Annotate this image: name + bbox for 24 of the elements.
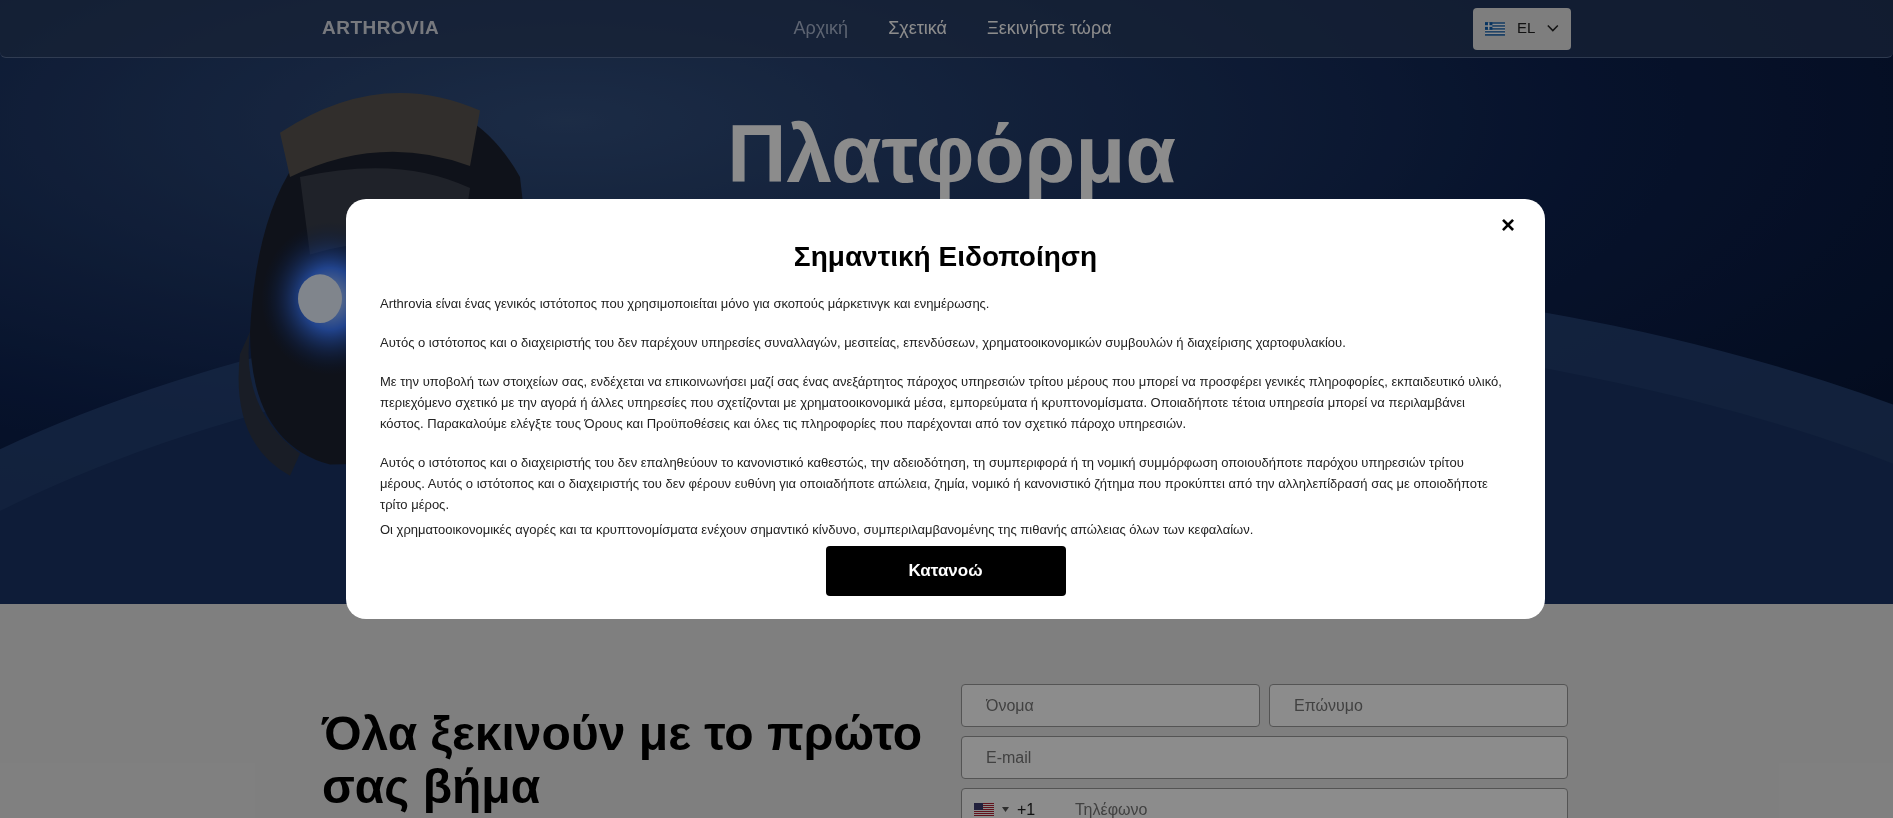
chevron-down-icon [1547, 24, 1559, 33]
dialog-title: Σημαντική Ειδοποίηση [792, 243, 1099, 271]
section-heading: Όλα ξεκινούν με το πρώτο σας βήμα [322, 708, 924, 815]
phone-number-input[interactable]: Τηλέφωνο [1075, 797, 1555, 818]
language-selector[interactable]: EL [1473, 7, 1571, 50]
greek-flag-icon [1485, 20, 1505, 37]
last-name-field[interactable]: Επώνυμο [1269, 684, 1568, 727]
notice-paragraph: Οι χρηματοοικονομικές αγορές και τα κρυπτονομίσματα ενέχουν σημαντικό κίνδυνο, συμπεριλαμβανομένης της πιθανής απώλειας όλων των κεφαλαίων. [380, 521, 1255, 539]
close-button[interactable]: × [1501, 213, 1515, 237]
country-code: +1 [1017, 799, 1037, 818]
us-flag-icon [974, 803, 994, 816]
acknowledge-button[interactable]: Κατανοώ [825, 546, 1066, 596]
nav-link[interactable]: Σχετικά [888, 15, 948, 42]
email-field[interactable]: E-mail [961, 736, 1568, 779]
notice-paragraph: Αυτός ο ιστότοπος και ο διαχειριστής του δεν επαληθεύουν το κανονιστικό καθεστώς, την αδειοδότηση, τη συμπεριφορά ή τη νομική συμμόρφωση οποιουδήποτε παρόχου υπηρεσιών τρίτου μέρους. Αυτός ο ιστότοπος και ο διαχειριστής του δεν φέρουν ευθύνη για οποιαδήποτε απώλεια, ζημία, νομικό ή κανονιστικό ζήτημα που προκύπτει από την αλληλεπίδρασή σας με οποιοδήποτε τρίτο μέρος. [380, 454, 1489, 514]
site-logo[interactable]: ARTHROVIA [322, 14, 622, 43]
notice-paragraph: Arthrovia είναι ένας γενικός ιστότοπος που χρησιμοποιείται μόνο για σκοπούς μάρκετινγκ και ενημέρωσης. [380, 295, 991, 313]
phone-field[interactable]: +1 Τηλέφωνο [961, 788, 1568, 818]
notice-paragraph: Με την υποβολή των στοιχείων σας, ενδέχεται να επικοινωνήσει μαζί σας ένας ανεξάρτητος πάροχος υπηρεσιών τρίτου μέρους που μπορεί να προσφέρει γενικές πληροφορίες, εκπαιδευτικό υλικό, περιεχόμενο σχετικό με την αγορά ή άλλες υπηρεσίες που σχετίζονται με χρηματοοικονομικά μέσα, εμπορεύματα ή κρυπτονομίσματα. Οποιαδήποτε τέτοια υπηρεσία μπορεί να περιλαμβάνει κόστος. Παρακαλούμε ελέγξτε τους Όρους και Προϋποθέσεις και όλες τις πληροφορίες που παρέχονται από τον σχετικό πάροχο υπηρεσιών. [380, 373, 1503, 433]
notice-paragraph: Αυτός ο ιστότοπος και ο διαχειριστής του δεν παρέχουν υπηρεσίες συναλλαγών, μεσιτείας, επενδύσεων, χρηματοοικονομικών συμβουλών ή διαχείρισης χαρτοφυλακίου. [380, 334, 1347, 352]
nav-link[interactable]: Ξεκινήστε τώρα [987, 15, 1112, 42]
first-name-field[interactable]: Όνομα [961, 684, 1260, 727]
nav-link[interactable]: Αρχική [793, 15, 849, 42]
caret-icon [1002, 807, 1009, 812]
